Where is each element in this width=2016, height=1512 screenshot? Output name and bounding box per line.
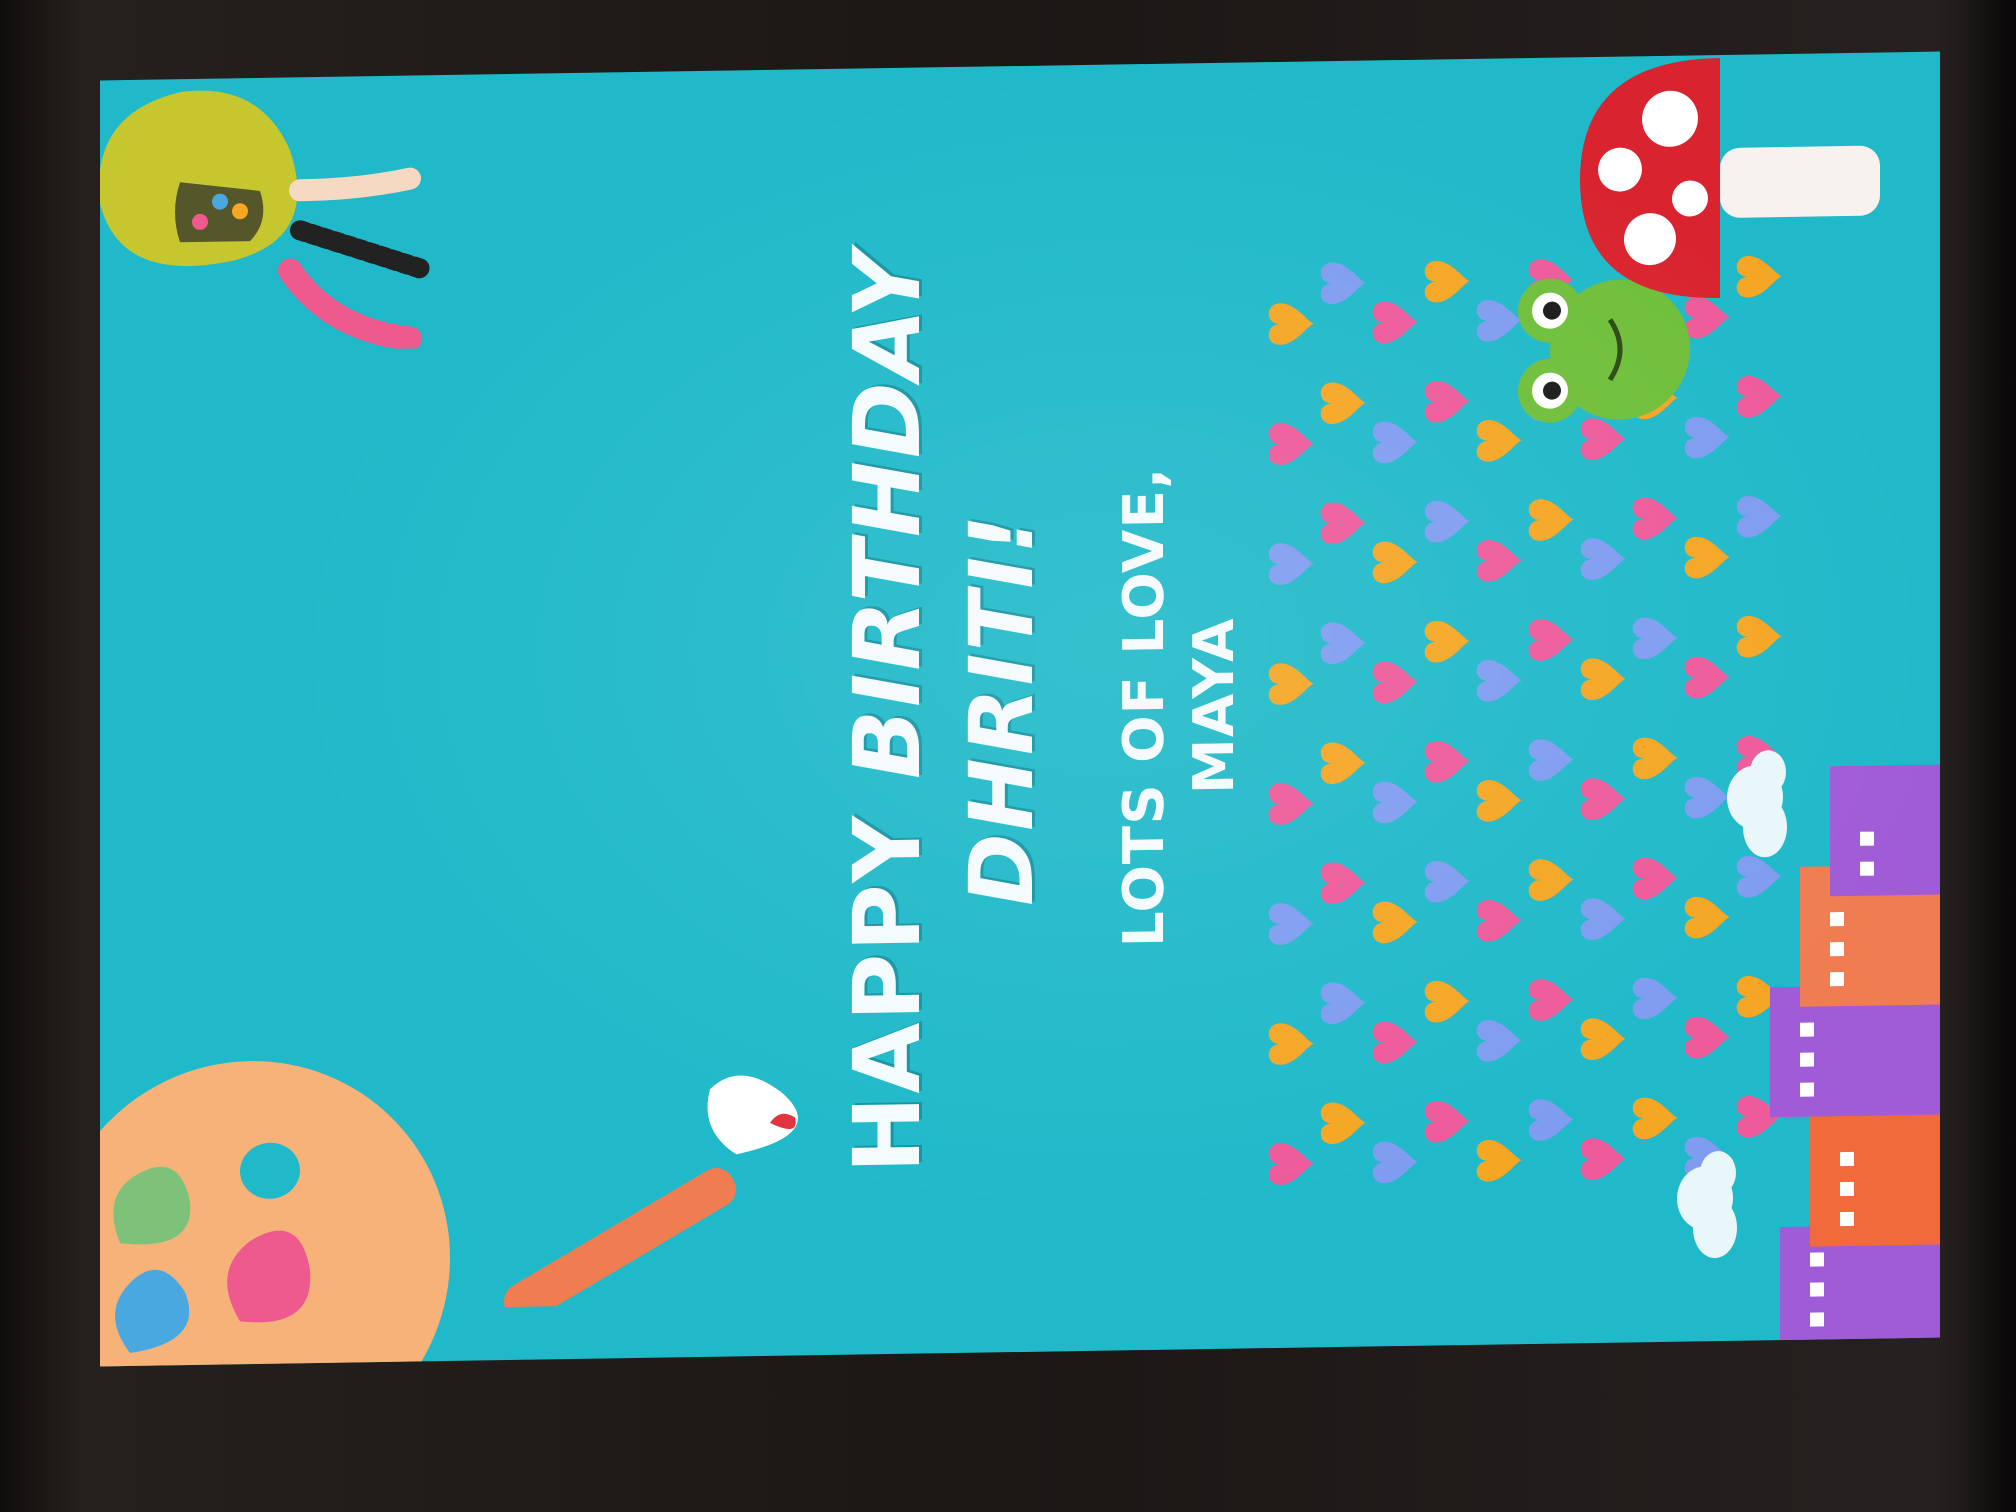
heart-shape — [1424, 980, 1471, 1023]
recipient-name: DHRITI! — [950, 511, 1053, 908]
heart-shape — [1580, 897, 1627, 941]
greeting-word-birthday: BIRTHDAY — [834, 248, 941, 781]
heart-shape — [1476, 779, 1523, 822]
greeting-heading: HAPPY BIRTHDAY — [830, 80, 945, 1342]
heart-shape — [1528, 858, 1575, 902]
heart-shape — [1268, 902, 1315, 946]
heart-shape — [1424, 260, 1471, 303]
heart-shape — [1736, 495, 1783, 538]
heart-shape — [1632, 617, 1679, 660]
closing-line: LOTS OF LOVE, — [1112, 466, 1177, 948]
city-buildings-icon — [1770, 764, 1940, 1348]
heart-shape — [1372, 781, 1419, 824]
heart-shape — [1268, 1142, 1315, 1186]
heart-shape — [1684, 1016, 1731, 1059]
heart-shape — [1580, 537, 1627, 581]
paintbrush-icon — [504, 1075, 798, 1308]
heart-shape — [1268, 782, 1315, 826]
heart-shape — [1528, 618, 1575, 662]
heart-shape — [1736, 375, 1783, 418]
heart-shape — [1424, 380, 1471, 423]
heart-shape — [1632, 857, 1679, 900]
heart-shape — [1580, 1137, 1627, 1181]
heart-shape — [1476, 539, 1523, 582]
heart-shape — [1372, 661, 1419, 704]
heart-shape — [1268, 422, 1315, 466]
signoff: LOTS OF LOVE, MAYA — [1110, 75, 1250, 1337]
cloud-icon — [1677, 1151, 1737, 1259]
heart-shape — [1632, 977, 1679, 1020]
heart-shape — [1528, 1098, 1575, 1142]
heart-shape — [1372, 1141, 1419, 1184]
heart-shape — [1528, 978, 1575, 1022]
heart-shape — [1372, 901, 1419, 944]
bird-illustration-icon — [100, 90, 430, 351]
greeting-word-happy: HAPPY — [834, 812, 941, 1174]
mushroom-icon — [1580, 58, 1880, 299]
heart-shape — [1476, 1139, 1523, 1182]
heart-shape — [1736, 615, 1783, 658]
device-screen: HAPPY BIRTHDAY DHRITI! LOTS OF LOVE, MAY… — [100, 51, 1940, 1367]
paint-palette-icon — [100, 1061, 450, 1367]
heart-shape — [1476, 659, 1523, 702]
birthday-card: HAPPY BIRTHDAY DHRITI! LOTS OF LOVE, MAY… — [100, 58, 1940, 1367]
heart-shape — [1476, 899, 1523, 942]
heart-shape — [1476, 1019, 1523, 1062]
heart-shape — [1320, 501, 1367, 545]
heart-shape — [1320, 741, 1367, 785]
heart-shape — [1320, 981, 1367, 1025]
heart-shape — [1268, 542, 1315, 586]
heart-shape — [1424, 620, 1471, 663]
heart-shape — [1424, 740, 1471, 783]
heart-shape — [1424, 1100, 1471, 1143]
heart-shape — [1580, 1017, 1627, 1061]
heart-shape — [1320, 1101, 1367, 1145]
heart-shape — [1268, 302, 1315, 346]
heart-shape — [1372, 301, 1419, 344]
heart-shape — [1320, 621, 1367, 665]
heart-shape — [1684, 536, 1731, 579]
device-bezel-edge — [1956, 0, 2016, 1512]
heart-shape — [1528, 498, 1575, 542]
heart-shape — [1424, 500, 1471, 543]
heart-shape — [1632, 1097, 1679, 1140]
heart-shape — [1424, 860, 1471, 903]
heart-shape — [1528, 738, 1575, 782]
heart-shape — [1372, 1021, 1419, 1064]
heart-shape — [1632, 737, 1679, 780]
heart-shape — [1684, 896, 1731, 939]
heart-shape — [1580, 777, 1627, 821]
heart-shape — [1372, 541, 1419, 584]
heart-shape — [1320, 261, 1367, 305]
heart-shape — [1320, 861, 1367, 905]
heart-shape — [1580, 657, 1627, 701]
heart-shape — [1632, 497, 1679, 540]
signer-name: MAYA — [1182, 617, 1247, 795]
heart-shape — [1372, 421, 1419, 464]
heart-shape — [1320, 381, 1367, 425]
heart-shape — [1268, 1022, 1315, 1066]
heart-shape — [1268, 662, 1315, 706]
heart-shape — [1684, 656, 1731, 699]
